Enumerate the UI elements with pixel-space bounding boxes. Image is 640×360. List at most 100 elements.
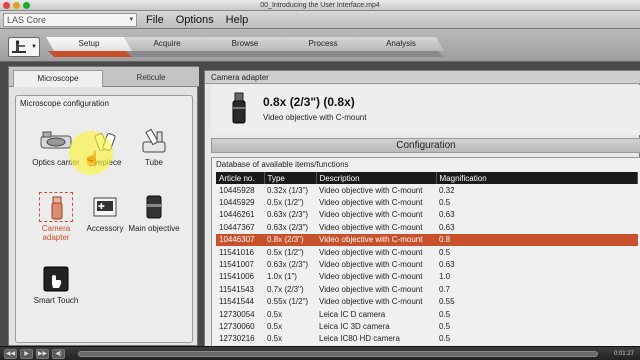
video-objective-icon [232,92,246,124]
volume-button[interactable]: ◀) [52,349,65,359]
cell-magnification: 0.8 [436,233,638,246]
tab-reticule[interactable]: Reticule [107,70,195,87]
table-row[interactable]: 11541543 0.7x (2/3") Video objective with … [216,283,638,295]
microscope-configuration-group: Microscope configuration Optics carrier [15,95,193,343]
table-row[interactable]: 11541006 1.0x (1") Video objective with C-… [216,271,638,283]
tab-microscope[interactable]: Microscope [13,70,103,87]
cell-type: 0.5x [267,334,283,344]
table-row-selected[interactable]: 10446307 0.8x (2/3") Video objective with … [216,233,638,246]
table-row[interactable]: 10445929 0.5x (1/2") Video objective with … [216,196,638,208]
table-row[interactable]: 12730054 0.5x Leica IC D camera 0.5 [216,308,638,320]
table-row[interactable]: 11541016 0.5x (1/2") Video objective with … [216,246,638,258]
chevron-down-icon: ▾ [129,16,133,23]
cell-article: 11541016 [219,247,254,257]
database-rows: 10445928 0.32x (1/3") Video objective with… [216,184,638,345]
cell-article: 11541544 [219,297,254,307]
column-header-type[interactable]: Type [264,172,317,184]
cell-magnification: 0.63 [439,222,455,232]
rewind-button[interactable]: ◀◀ [4,349,17,359]
app-select[interactable]: LAS Core ▾ [3,13,137,27]
tool-camera-adapter[interactable]: Camera adapter [30,192,82,242]
cell-magnification: 0.5 [439,198,451,208]
table-row[interactable]: 12730060 0.5x Leica IC 3D camera 0.5 [216,320,638,332]
cell-description: Video objective with C-mount [319,185,423,195]
camera-adapter-description: Video objective with C-mount [263,113,367,122]
minimize-window-button[interactable] [13,2,20,9]
cell-article: 10445929 [219,198,255,208]
configuration-button[interactable]: Configuration [211,138,640,153]
cell-article: 10447367 [219,222,255,232]
video-player-bar: ◀◀ ▶ ▶▶ ◀) 0:01:27 [0,346,640,360]
tab-microscope-label: Microscope [37,74,79,83]
cell-description: Video objective with C-mount [316,233,436,246]
tab-browse[interactable]: Browse [202,37,288,51]
tube-icon [137,126,171,156]
main-menu: File Options Help [146,13,248,27]
playback-progress-track[interactable] [78,351,598,357]
tab-process[interactable]: Process [280,37,366,51]
cell-article: 11541007 [219,260,254,270]
tab-process-indicator [282,51,366,57]
menu-help[interactable]: Help [226,13,249,27]
cell-type: 0.32x (1/3") [267,185,309,195]
cell-description: Video objective with C-mount [319,297,423,307]
tool-main-objective[interactable]: Main objective [128,192,180,233]
cell-type: 0.5x [267,321,283,331]
tab-reticule-label: Reticule [136,73,166,82]
workflow-bar: ▼ Setup Acquire Browse Process Analysis [0,29,640,62]
cell-description: Leica IC 3D camera [319,321,390,331]
play-button[interactable]: ▶ [20,349,33,359]
tab-setup-indicator [48,51,132,57]
database-title: Database of available items/functions [216,160,349,169]
playback-time: 0:01:27 [613,351,634,357]
tab-acquire[interactable]: Acquire [124,37,210,51]
cell-article: 11541543 [219,284,254,294]
column-header-description[interactable]: Description [316,172,437,184]
tab-analysis-label: Analysis [386,39,416,48]
chevron-down-icon: ▼ [31,44,37,50]
tool-camera-adapter-label: Camera adapter [41,224,71,242]
fast-forward-button[interactable]: ▶▶ [36,349,49,359]
camera-adapter-name: 0.8x (2/3") (0.8x) [263,95,355,109]
microscope-logo-icon [12,40,26,53]
leica-menu-button[interactable]: ▼ [8,37,40,57]
cell-magnification: 0.5 [439,321,451,331]
item-database: Database of available items/functions Ar… [211,157,640,351]
tab-analysis-indicator [360,51,444,57]
tab-browse-label: Browse [231,39,259,48]
table-row[interactable]: 10447367 0.63x (2/3") Video objective with… [216,221,638,233]
cell-article: 12730216 [219,334,255,344]
camera-adapter-summary: 0.8x (2/3") (0.8x) Video objective with … [211,85,640,135]
svg-text:✚: ✚ [98,202,105,211]
tool-tube[interactable]: Tube [128,126,180,167]
tab-acquire-label: Acquire [153,39,181,48]
accessory-icon: ✚ [88,192,122,222]
tool-accessory[interactable]: ✚ Accessory [79,192,131,233]
table-row[interactable]: 12730216 0.5x Leica IC80 HD camera 0.5 [216,333,638,345]
table-row[interactable]: 10446261 0.63x (2/3") Video objective with… [216,209,638,221]
app-window: 00_Introducing the User Interface.mp4 LA… [0,0,640,360]
table-row[interactable]: 11541007 0.63x (2/3") Video objective with… [216,258,638,270]
tab-browse-indicator [204,51,288,57]
menu-file[interactable]: File [146,13,164,27]
cell-description: Video objective with C-mount [319,247,423,257]
cell-article: 12730060 [219,321,255,331]
table-row[interactable]: 10445928 0.32x (1/3") Video objective with… [216,184,638,196]
column-header-article[interactable]: Article no. [216,172,265,184]
smart-touch-icon [39,264,73,294]
microscope-configuration-title: Microscope configuration [20,99,109,108]
right-panel: Camera adapter 0.8x (2/3") (0.8x) Video … [204,70,640,351]
table-row[interactable]: 11541544 0.55x (1/2") Video objective with… [216,296,638,308]
zoom-window-button[interactable] [23,2,30,9]
cell-description: Video objective with C-mount [319,260,423,270]
column-header-magnification[interactable]: Magnification [436,172,638,184]
cell-article: 10445928 [219,185,255,195]
cell-magnification: 0.5 [439,334,451,344]
tool-smart-touch[interactable]: Smart Touch [30,264,82,305]
tab-setup[interactable]: Setup [46,37,132,51]
tab-analysis[interactable]: Analysis [358,37,444,51]
close-window-button[interactable] [3,2,10,9]
cell-magnification: 0.5 [439,309,451,319]
menu-options[interactable]: Options [176,13,214,27]
cell-magnification: 0.5 [439,247,451,257]
